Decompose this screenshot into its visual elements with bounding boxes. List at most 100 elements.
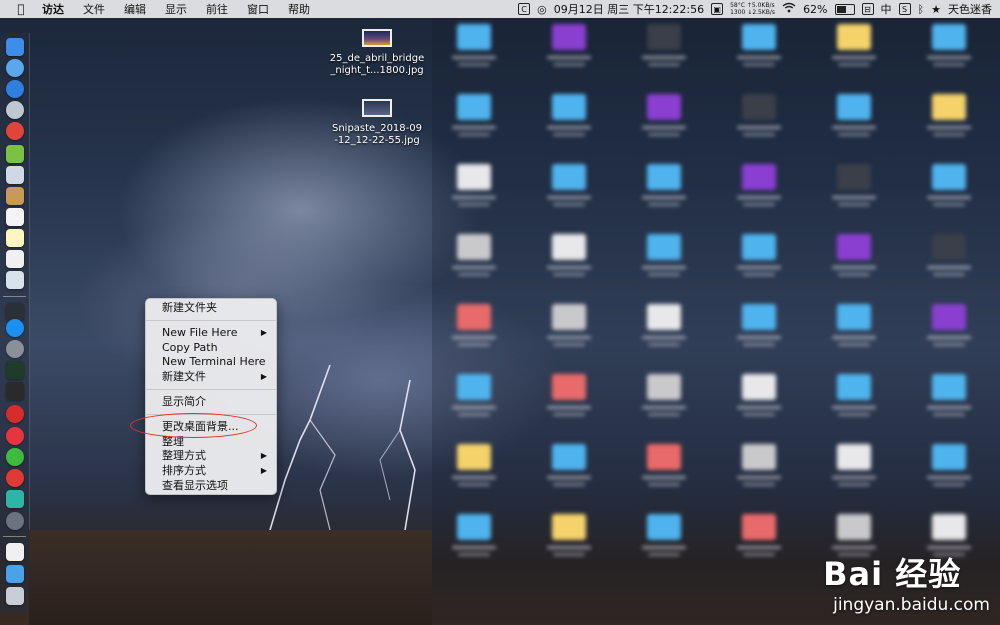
launchpad-icon[interactable] xyxy=(6,59,24,77)
blurred-icon[interactable] xyxy=(919,164,979,206)
snipaste-icon[interactable]: S xyxy=(898,3,911,15)
sensor-readout[interactable]: 58°C ↑5.0KB/s 1300 ↓2.5KB/s xyxy=(730,2,775,16)
menu-item-show-view-options[interactable]: 查看显示选项 xyxy=(146,479,276,494)
blurred-icon[interactable] xyxy=(634,514,694,556)
blurred-icon[interactable] xyxy=(919,374,979,416)
blurred-icon[interactable] xyxy=(729,374,789,416)
blurred-icon[interactable] xyxy=(919,94,979,136)
yandex-icon[interactable] xyxy=(6,427,24,445)
blurred-icon[interactable] xyxy=(824,234,884,276)
screen-icon[interactable]: ▣ xyxy=(711,3,724,15)
photos-icon[interactable] xyxy=(6,271,24,289)
blurred-icon[interactable] xyxy=(729,164,789,206)
blurred-icon[interactable] xyxy=(729,514,789,556)
blurred-icon[interactable] xyxy=(919,444,979,486)
blurred-icon[interactable] xyxy=(444,24,504,66)
blurred-icon[interactable] xyxy=(919,234,979,276)
menu-window[interactable]: 窗口 xyxy=(247,1,269,17)
blurred-icon[interactable] xyxy=(729,304,789,346)
document-icon[interactable] xyxy=(6,543,24,561)
preview-icon[interactable] xyxy=(6,166,24,184)
blurred-icon[interactable] xyxy=(634,304,694,346)
system-preferences-icon[interactable] xyxy=(6,340,24,358)
blurred-icon[interactable] xyxy=(729,94,789,136)
contacts-icon[interactable] xyxy=(6,187,24,205)
blurred-icon[interactable] xyxy=(539,94,599,136)
calendar-icon[interactable] xyxy=(6,208,24,226)
android-icon[interactable] xyxy=(6,145,24,163)
app-store-icon[interactable] xyxy=(6,319,24,337)
star-icon[interactable]: ★ xyxy=(931,3,941,16)
blurred-icon[interactable] xyxy=(824,304,884,346)
safari-icon[interactable] xyxy=(6,80,24,98)
menu-item-copy-path[interactable]: Copy Path xyxy=(146,341,276,356)
terminal-icon[interactable] xyxy=(6,382,24,400)
notes-icon[interactable] xyxy=(6,229,24,247)
blurred-icon[interactable] xyxy=(729,234,789,276)
apple-icon[interactable]:  xyxy=(14,2,28,16)
blurred-icon[interactable] xyxy=(539,234,599,276)
rocket-icon[interactable] xyxy=(6,101,24,119)
blurred-icon[interactable] xyxy=(444,164,504,206)
vivaldi-icon[interactable] xyxy=(6,405,24,423)
blurred-icon[interactable] xyxy=(444,444,504,486)
desktop-file-snipaste[interactable]: Snipaste_2018-09 -12_12-22-55.jpg xyxy=(327,99,427,147)
menu-item-clean-up-by[interactable]: 整理方式 ▶ xyxy=(146,449,276,464)
blurred-icon[interactable] xyxy=(444,234,504,276)
blurred-icon[interactable] xyxy=(634,94,694,136)
downloads-folder-icon[interactable] xyxy=(6,565,24,583)
menu-view[interactable]: 显示 xyxy=(165,1,187,17)
menu-item-new-folder[interactable]: 新建文件夹 xyxy=(146,301,276,316)
blurred-icon[interactable] xyxy=(539,374,599,416)
blurred-icon[interactable] xyxy=(919,304,979,346)
battery-icon[interactable] xyxy=(834,3,855,15)
menu-edit[interactable]: 编辑 xyxy=(124,1,146,17)
app-gray-icon[interactable] xyxy=(6,512,24,530)
clipboard-icon[interactable]: C xyxy=(518,3,531,15)
blurred-icon[interactable] xyxy=(824,164,884,206)
desktop-file-bridge[interactable]: 25_de_abril_bridge _night_t...1800.jpg xyxy=(327,29,427,77)
blurred-icon[interactable] xyxy=(919,24,979,66)
blurred-icon[interactable] xyxy=(444,374,504,416)
blurred-icon[interactable] xyxy=(539,164,599,206)
menu-item-new-file[interactable]: 新建文件 ▶ xyxy=(146,370,276,385)
blurred-icon[interactable] xyxy=(634,24,694,66)
blurred-icon[interactable] xyxy=(729,24,789,66)
battery-percent[interactable]: 62% xyxy=(803,3,827,16)
blurred-icon[interactable] xyxy=(444,514,504,556)
blurred-icon[interactable] xyxy=(539,514,599,556)
blurred-icon[interactable] xyxy=(729,444,789,486)
blurred-icon[interactable] xyxy=(539,304,599,346)
menu-item-new-terminal-here[interactable]: New Terminal Here xyxy=(146,355,276,370)
reminders-icon[interactable] xyxy=(6,250,24,268)
app-s-icon[interactable]: ⊟ xyxy=(861,3,874,15)
activity-monitor-icon[interactable] xyxy=(6,361,24,379)
globe-icon[interactable]: ◎ xyxy=(537,3,547,16)
blurred-icon[interactable] xyxy=(824,94,884,136)
menu-item-sort-by[interactable]: 排序方式 ▶ xyxy=(146,464,276,479)
menu-item-get-info[interactable]: 显示简介 xyxy=(146,395,276,410)
menu-help[interactable]: 帮助 xyxy=(288,1,310,17)
app-red-icon[interactable] xyxy=(6,122,24,140)
menu-item-new-file-here[interactable]: New File Here ▶ xyxy=(146,326,276,341)
bluetooth-icon[interactable]: ᛒ xyxy=(918,3,925,16)
finder-icon[interactable] xyxy=(6,38,24,56)
trash-icon[interactable] xyxy=(6,587,24,605)
blurred-icon[interactable] xyxy=(634,444,694,486)
blurred-icon[interactable] xyxy=(539,24,599,66)
input-method-indicator[interactable]: 中 xyxy=(881,1,892,17)
blurred-icon[interactable] xyxy=(824,444,884,486)
blurred-icon[interactable] xyxy=(634,164,694,206)
app-green-icon[interactable] xyxy=(6,490,24,508)
menu-file[interactable]: 文件 xyxy=(83,1,105,17)
user-name[interactable]: 天色迷香 xyxy=(948,1,992,17)
blurred-icon[interactable] xyxy=(539,444,599,486)
wifi-icon[interactable] xyxy=(782,2,796,16)
wechat-icon[interactable] xyxy=(6,448,24,466)
menu-finder[interactable]: 访达 xyxy=(42,1,64,17)
blurred-icon[interactable] xyxy=(634,234,694,276)
blurred-icon[interactable] xyxy=(634,374,694,416)
blurred-icon[interactable] xyxy=(824,374,884,416)
blurred-icon[interactable] xyxy=(444,304,504,346)
weibo-icon[interactable] xyxy=(6,469,24,487)
